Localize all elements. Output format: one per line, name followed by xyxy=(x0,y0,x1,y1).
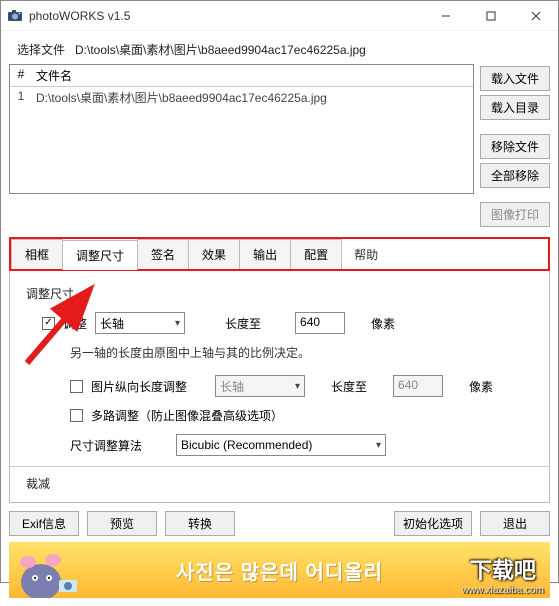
remove-file-button[interactable]: 移除文件 xyxy=(480,134,550,159)
banner-text: 사진은 많은데 어디올리 xyxy=(176,556,383,585)
remove-all-button[interactable]: 全部移除 xyxy=(480,163,550,188)
tab-frame[interactable]: 相框 xyxy=(11,239,63,269)
tab-signature[interactable]: 签名 xyxy=(137,239,189,269)
exif-button[interactable]: Exif信息 xyxy=(9,511,79,536)
banner-watermark: 下载吧 www.xiazaiba.com xyxy=(462,553,544,596)
file-row-name: D:\tools\桌面\素材\图片\b8aeed9904ac17ec46225a… xyxy=(32,87,473,108)
banner-character-icon xyxy=(13,548,93,598)
axis-select[interactable]: 长轴 ▾ xyxy=(95,312,185,334)
convert-button[interactable]: 转换 xyxy=(165,511,235,536)
file-list[interactable]: # 文件名 1 D:\tools\桌面\素材\图片\b8aeed9904ac17… xyxy=(9,64,474,194)
length-to-label: 长度至 xyxy=(225,315,261,332)
adjust-checkbox[interactable] xyxy=(42,317,55,330)
tab-help[interactable]: 帮助 xyxy=(341,240,391,269)
ratio-note: 另一轴的长度由原图中上轴与其的比例决定。 xyxy=(70,344,533,361)
banner[interactable]: 사진은 많은데 어디올리 下载吧 www.xiazaiba.com xyxy=(9,542,550,598)
pixel-label: 像素 xyxy=(371,315,395,332)
col-header-index[interactable]: # xyxy=(10,65,32,86)
exit-button[interactable]: 退出 xyxy=(480,511,550,536)
select-file-label: 选择文件 xyxy=(17,41,65,58)
pixel2-label: 像素 xyxy=(469,378,493,395)
tab-effects[interactable]: 效果 xyxy=(188,239,240,269)
load-file-button[interactable]: 载入文件 xyxy=(480,66,550,91)
tab-output[interactable]: 输出 xyxy=(239,239,291,269)
resize-group-label: 调整尺寸 xyxy=(26,285,517,302)
length-to2-label: 长度至 xyxy=(331,378,367,395)
chevron-down-icon: ▾ xyxy=(376,440,381,451)
file-row-index: 1 xyxy=(10,87,32,108)
tabs-bar: 相框 调整尺寸 签名 效果 输出 配置 帮助 xyxy=(9,237,550,271)
multipass-checkbox[interactable] xyxy=(70,409,83,422)
init-options-button[interactable]: 初始化选项 xyxy=(394,511,472,536)
tab-config[interactable]: 配置 xyxy=(290,239,342,269)
algo-select[interactable]: Bicubic (Recommended) ▾ xyxy=(176,434,386,456)
length-input[interactable]: 640 xyxy=(295,312,345,334)
close-button[interactable] xyxy=(513,1,558,31)
length2-input: 640 xyxy=(393,375,443,397)
chevron-down-icon: ▾ xyxy=(175,318,180,329)
window-title: photoWORKS v1.5 xyxy=(29,9,423,23)
multipass-label: 多路调整（防止图像混叠高级选项） xyxy=(91,407,283,424)
portrait-checkbox[interactable] xyxy=(70,380,83,393)
image-print-button[interactable]: 图像打印 xyxy=(480,202,550,227)
load-dir-button[interactable]: 载入目录 xyxy=(480,95,550,120)
tab-resize[interactable]: 调整尺寸 xyxy=(62,240,138,270)
crop-group-label: 裁减 xyxy=(26,475,517,492)
chevron-down-icon: ▾ xyxy=(295,381,300,392)
current-path: D:\tools\桌面\素材\图片\b8aeed9904ac17ec46225a… xyxy=(75,41,366,58)
adjust-label: 调整 xyxy=(63,315,87,332)
axis2-select: 长轴 ▾ xyxy=(215,375,305,397)
preview-button[interactable]: 预览 xyxy=(87,511,157,536)
maximize-button[interactable] xyxy=(468,1,513,31)
col-header-filename[interactable]: 文件名 xyxy=(32,65,473,86)
app-icon xyxy=(7,8,23,24)
portrait-label: 图片纵向长度调整 xyxy=(91,378,187,395)
minimize-button[interactable] xyxy=(423,1,468,31)
file-row[interactable]: 1 D:\tools\桌面\素材\图片\b8aeed9904ac17ec4622… xyxy=(10,87,473,108)
algo-label: 尺寸调整算法 xyxy=(70,437,142,454)
resize-panel: 调整尺寸 调整 长轴 ▾ 长度至 640 像素 另一轴的长度由原图中上轴与其的比… xyxy=(9,271,550,503)
